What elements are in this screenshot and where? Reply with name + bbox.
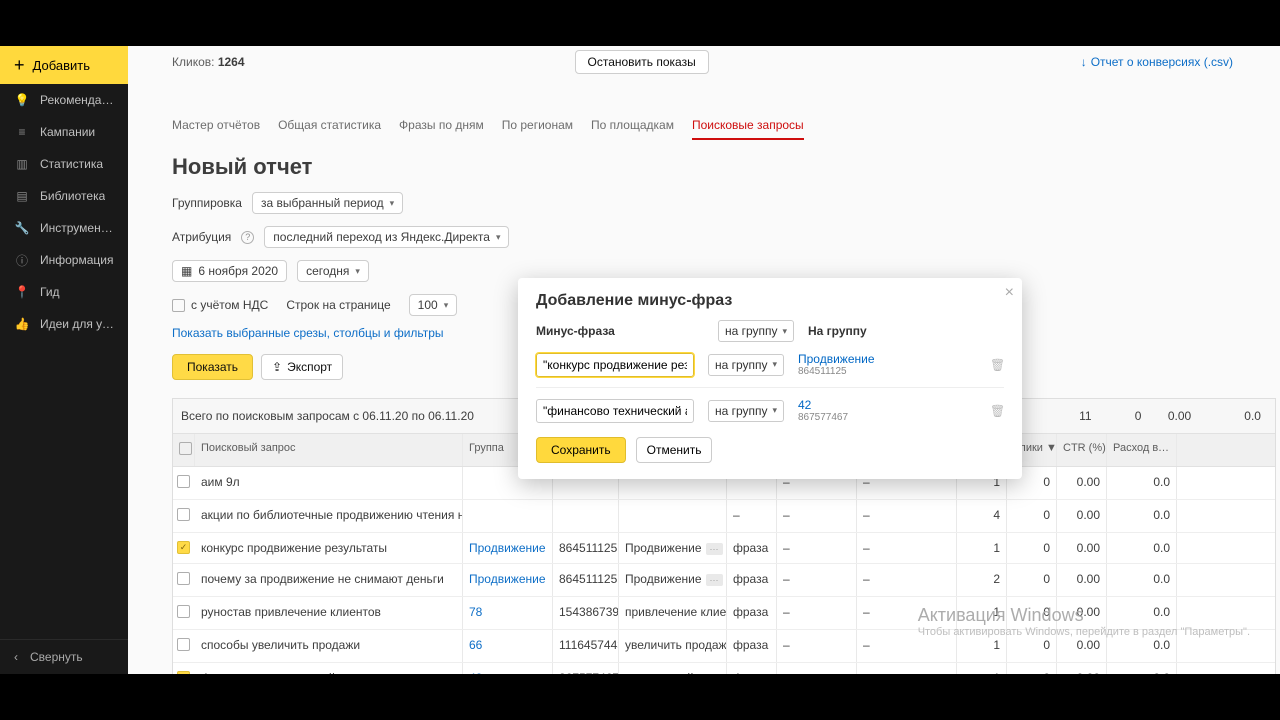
sidebar-item-ideas[interactable]: 👍Идеи для улуч... [0, 308, 128, 340]
bulb-icon: 💡 [14, 92, 30, 108]
books-icon: ▤ [14, 188, 30, 204]
target-group-id: 867577467 [798, 412, 976, 423]
add-button[interactable]: + Добавить [0, 46, 128, 84]
modal-title: Добавление минус-фраз [536, 292, 1004, 310]
target-group-link[interactable]: Продвижение [798, 352, 976, 366]
sidebar: + Добавить 💡Рекомендации ≡Кампании ▥Стат… [0, 46, 128, 674]
trash-icon[interactable]: 🗑 [990, 404, 1004, 418]
modal-scope-select-header[interactable]: на группу▾ [718, 320, 794, 342]
target-group-link[interactable]: 42 [798, 398, 976, 412]
scope-select[interactable]: на группу▾ [708, 354, 784, 376]
modal-group-label: На группу [808, 324, 867, 338]
chevron-down-icon: ▾ [782, 326, 787, 337]
info-icon: ⓘ [14, 252, 30, 268]
list-icon: ≡ [14, 124, 30, 140]
sidebar-item-guide[interactable]: 📍Гид [0, 276, 128, 308]
sidebar-collapse[interactable]: ‹Свернуть [0, 639, 128, 674]
phrase-input[interactable] [536, 399, 694, 423]
trash-icon[interactable]: 🗑 [990, 358, 1004, 372]
chevron-down-icon: ▾ [772, 359, 777, 370]
modal-phrase-row: на группу▾ Продвижение864511125 🗑 [536, 352, 1004, 377]
sidebar-item-info[interactable]: ⓘИнформация [0, 244, 128, 276]
negative-phrase-modal: × Добавление минус-фраз Минус-фраза на г… [518, 278, 1022, 479]
sidebar-item-statistics[interactable]: ▥Статистика [0, 148, 128, 180]
sidebar-item-campaigns[interactable]: ≡Кампании [0, 116, 128, 148]
scope-select[interactable]: на группу▾ [708, 400, 784, 422]
modal-phrase-label: Минус-фраза [536, 324, 704, 338]
phrase-input[interactable] [536, 353, 694, 377]
chevron-down-icon: ▾ [772, 405, 777, 416]
pin-icon: 📍 [14, 284, 30, 300]
modal-phrase-row: на группу▾ 42867577467 🗑 [536, 398, 1004, 423]
sidebar-item-tools[interactable]: 🔧Инструменты [0, 212, 128, 244]
content: Кликов: 1264 Остановить показы Отчет о к… [128, 46, 1280, 674]
save-button[interactable]: Сохранить [536, 437, 626, 463]
target-group-id: 864511125 [798, 366, 976, 377]
wrench-icon: 🔧 [14, 220, 30, 236]
thumb-icon: 👍 [14, 316, 30, 332]
chevron-left-icon: ‹ [14, 650, 18, 664]
add-label: Добавить [33, 58, 90, 73]
plus-icon: + [14, 56, 25, 74]
cancel-button[interactable]: Отменить [636, 437, 713, 463]
close-icon[interactable]: × [1005, 284, 1014, 302]
sidebar-item-recommendations[interactable]: 💡Рекомендации [0, 84, 128, 116]
sidebar-item-library[interactable]: ▤Библиотека [0, 180, 128, 212]
bar-chart-icon: ▥ [14, 156, 30, 172]
